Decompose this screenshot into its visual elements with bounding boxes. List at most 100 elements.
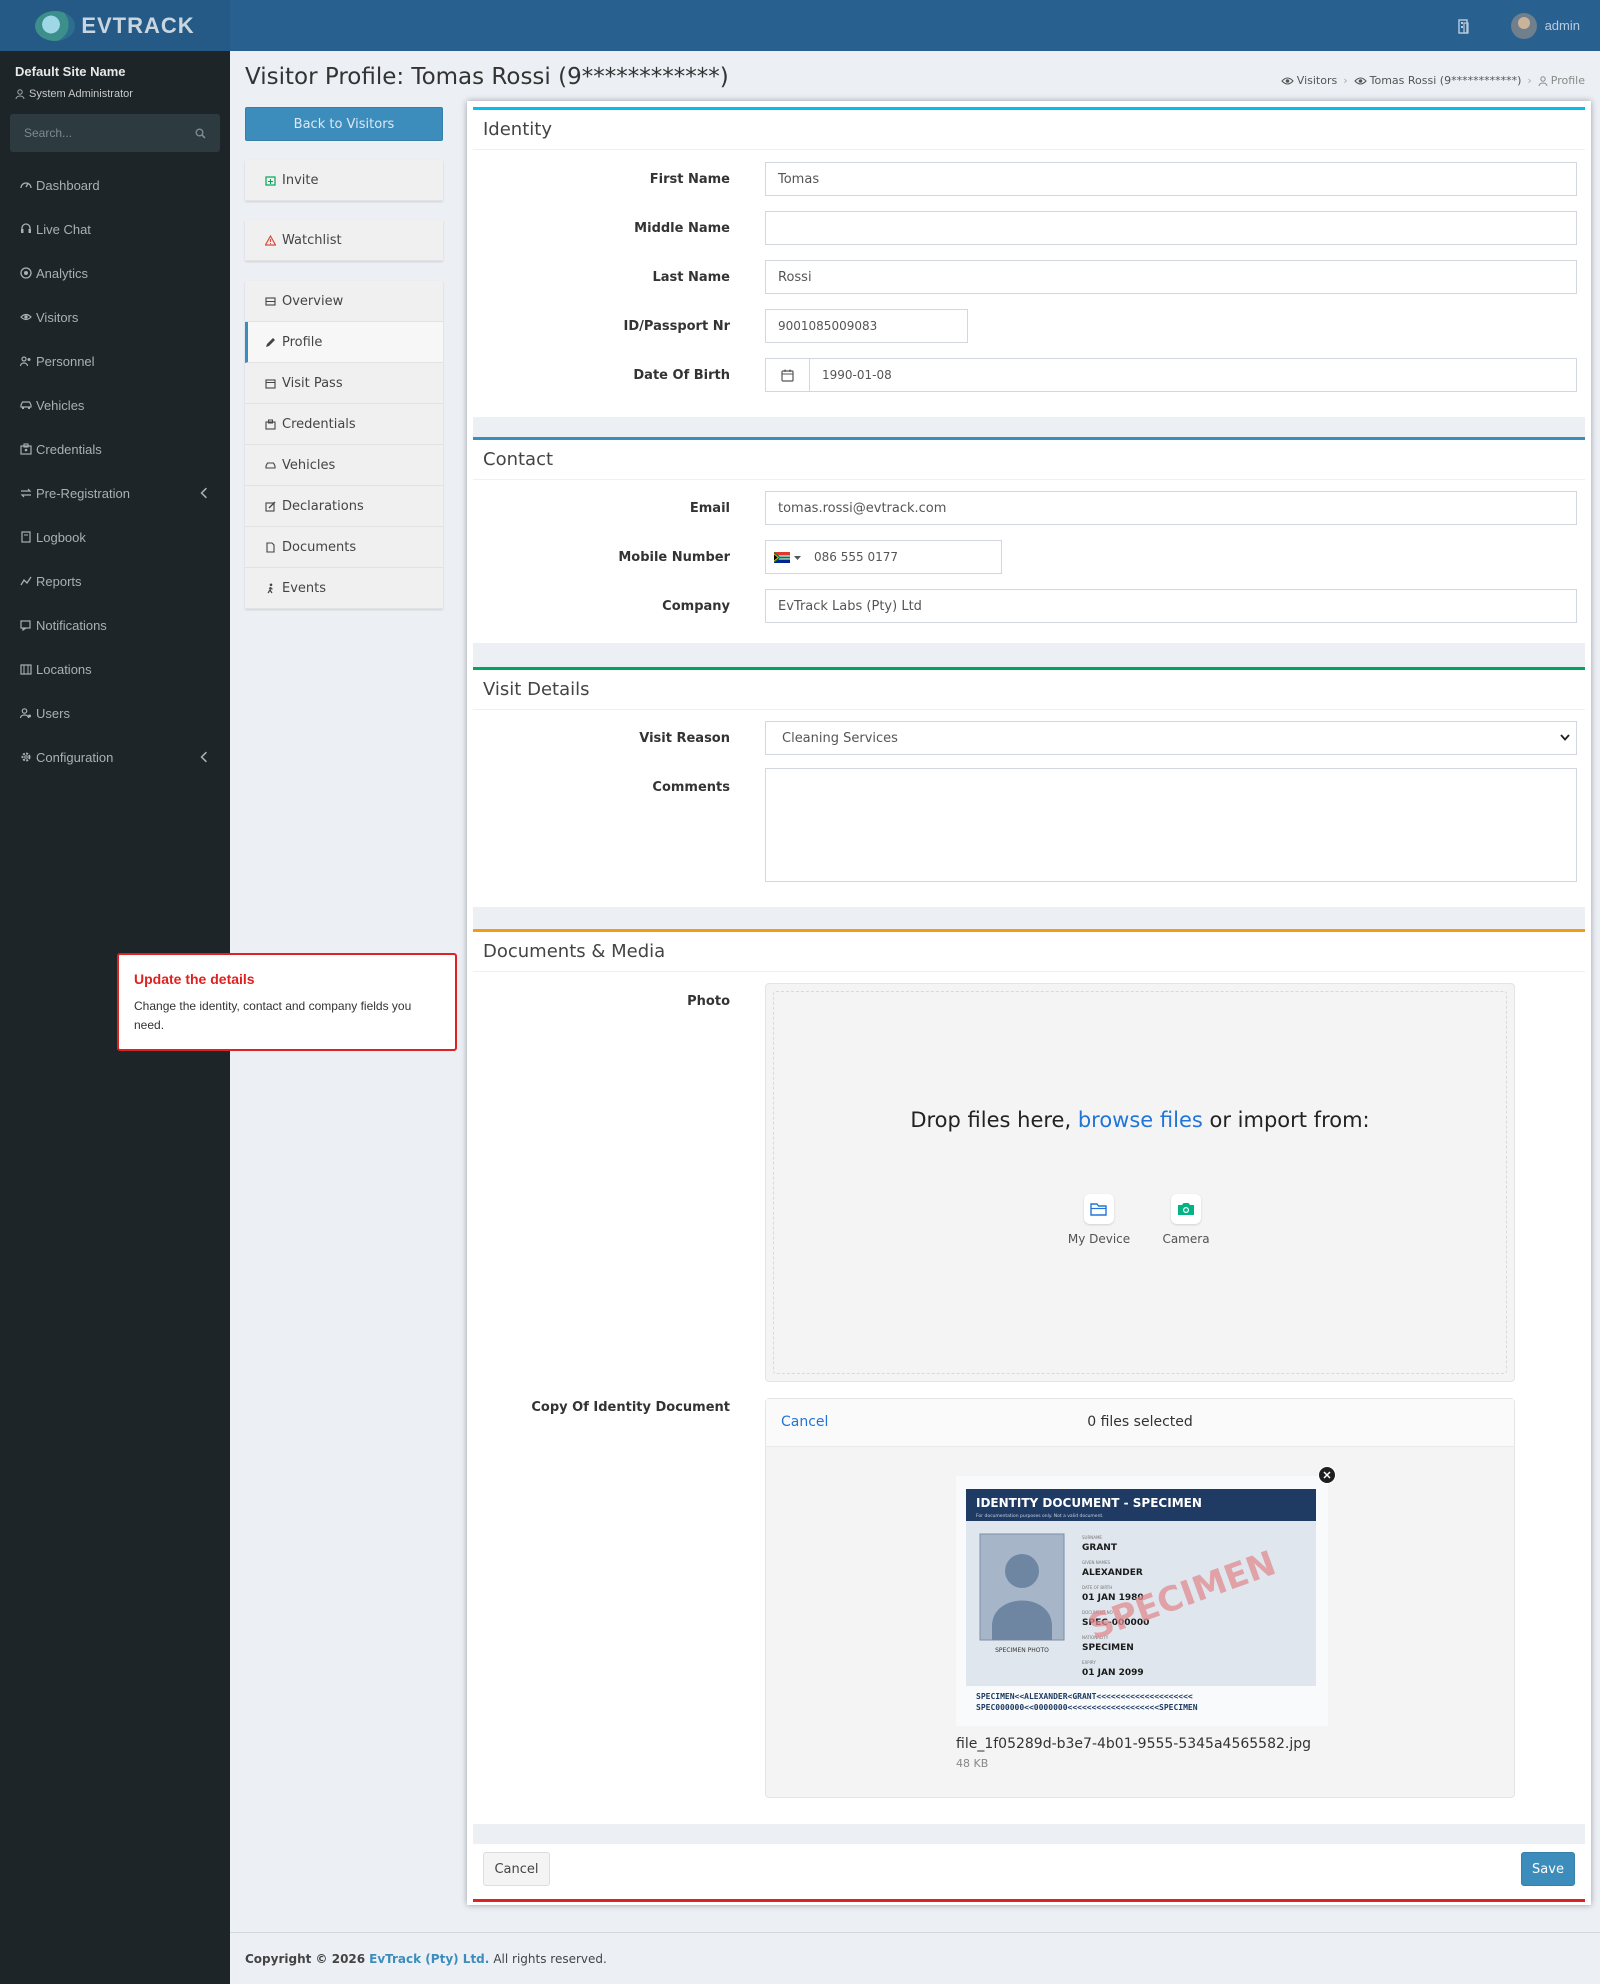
id-document-label: Copy Of Identity Document (531, 1400, 730, 1415)
highlight-underline (473, 1899, 1585, 1902)
id-field-label: SURNAME (1082, 1535, 1102, 1540)
user-avatar[interactable] (1510, 12, 1537, 39)
section-divider (473, 907, 1585, 929)
id-mrz-line-2: SPEC000000<<0000000<<<<<<<<<<<<<<<<<<<SP… (976, 1703, 1198, 1712)
id-field-value: SPECIMEN (1082, 1643, 1134, 1653)
contact-header: Contact (473, 440, 1585, 480)
chevron-left-icon[interactable] (198, 487, 210, 499)
camera-button[interactable]: Camera (1146, 1194, 1226, 1246)
breadcrumb-visitor[interactable]: Tomas Rossi (9************) (1353, 74, 1521, 87)
onboarding-tooltip: Update the details Change the identity, … (117, 953, 457, 1051)
users-cog-icon (20, 708, 31, 719)
last-name-input[interactable]: Rossi (765, 260, 1577, 294)
id-passport-input[interactable]: 9001085009083 (765, 309, 968, 343)
user-icon (15, 89, 25, 99)
invite-button[interactable]: Invite (245, 160, 443, 201)
email-input[interactable]: tomas.rossi@evtrack.com (765, 491, 1577, 525)
chevron-left-icon[interactable] (198, 751, 210, 763)
sidebar-item-locations[interactable]: Locations (0, 647, 230, 691)
visit-reason-select[interactable]: Cleaning Services (765, 721, 1577, 755)
save-button[interactable]: Save (1521, 1852, 1575, 1886)
exchange-icon (20, 488, 32, 498)
middle-name-input[interactable] (765, 211, 1577, 245)
section-divider (473, 1824, 1585, 1844)
menu-visit-pass[interactable]: Visit Pass (245, 363, 443, 404)
sidebar-item-credentials[interactable]: Credentials (0, 427, 230, 471)
menu-overview[interactable]: Overview (245, 281, 443, 322)
site-name: Default Site Name (15, 64, 126, 79)
search-icon[interactable] (195, 128, 206, 139)
first-name-input[interactable]: Tomas (765, 162, 1577, 196)
first-name-label: First Name (649, 172, 730, 187)
sidebar-item-reports[interactable]: Reports (0, 559, 230, 603)
notifications-icon (20, 620, 31, 631)
photo-dropzone[interactable]: Drop files here, browse files or import … (765, 983, 1515, 1382)
email-label: Email (689, 501, 730, 516)
visit-reason-value: Cleaning Services (782, 730, 898, 746)
menu-profile[interactable]: Profile (245, 322, 443, 363)
chevron-down-icon (1560, 734, 1570, 741)
dropzone-area[interactable] (773, 991, 1507, 1374)
menu-credentials[interactable]: Credentials (245, 404, 443, 445)
company-input[interactable]: EvTrack Labs (Pty) Ltd (765, 589, 1577, 623)
watchlist-button[interactable]: Watchlist (245, 220, 443, 261)
user-name[interactable]: admin (1545, 18, 1580, 33)
page-footer: Copyright © 2026 EvTrack (Pty) Ltd. All … (230, 1932, 1600, 1984)
sidebar-item-visitors[interactable]: Visitors (0, 295, 230, 339)
sidebar-item-logbook[interactable]: Logbook (0, 515, 230, 559)
eye-icon (20, 313, 32, 321)
comments-textarea[interactable] (765, 768, 1577, 882)
id-passport-label: ID/Passport Nr (623, 319, 730, 334)
sidebar-item-live-chat[interactable]: Live Chat (0, 207, 230, 251)
sidebar-item-notifications[interactable]: Notifications (0, 603, 230, 647)
building-icon[interactable] (1457, 18, 1471, 34)
users-icon (20, 356, 31, 367)
id-mrz-line-1: SPECIMEN<<ALEXANDER<GRANT<<<<<<<<<<<<<<<… (976, 1692, 1193, 1701)
sidebar-item-personnel[interactable]: Personnel (0, 339, 230, 383)
cancel-button[interactable]: Cancel (483, 1852, 550, 1886)
sidebar-item-pre-registration[interactable]: Pre-Registration (0, 471, 230, 515)
mobile-value: 086 555 0177 (814, 550, 898, 564)
dashboard-icon (20, 182, 32, 189)
id-field-label: EXPIRY (1082, 1660, 1096, 1665)
sidebar-search-input[interactable]: Search... (10, 114, 220, 152)
menu-documents[interactable]: Documents (245, 527, 443, 568)
breadcrumb: Visitors › Tomas Rossi (9************) ›… (1281, 74, 1585, 87)
sidebar-nav: Dashboard Live Chat Analytics Visitors P… (0, 163, 230, 779)
profile-menu: Overview Profile Visit Pass Credentials … (245, 281, 443, 609)
menu-vehicles[interactable]: Vehicles (245, 445, 443, 486)
reports-icon (20, 576, 32, 586)
sidebar-item-vehicles[interactable]: Vehicles (0, 383, 230, 427)
id-document-thumbnail[interactable]: IDENTITY DOCUMENT - SPECIMEN For documen… (956, 1476, 1328, 1726)
company-label: Company (662, 599, 730, 614)
id-document-uploader: Cancel 0 files selected IDENTITY DOCUMEN… (765, 1398, 1515, 1798)
sidebar-item-analytics[interactable]: Analytics (0, 251, 230, 295)
company-link[interactable]: EvTrack (Pty) Ltd. (369, 1952, 489, 1966)
app-logo[interactable]: EVTRACK (0, 0, 230, 51)
calendar-button[interactable] (766, 359, 810, 391)
dob-value: 1990-01-08 (822, 368, 892, 382)
back-to-visitors-button[interactable]: Back to Visitors (245, 107, 443, 141)
menu-declarations[interactable]: Declarations (245, 486, 443, 527)
sidebar-item-users[interactable]: Users (0, 691, 230, 735)
close-icon (1323, 1471, 1331, 1479)
my-device-button[interactable]: My Device (1059, 1194, 1139, 1246)
country-flag-selector[interactable] (774, 552, 801, 563)
breadcrumb-visitors[interactable]: Visitors (1281, 74, 1337, 87)
id-card-icon (265, 419, 276, 430)
target-icon (20, 267, 32, 279)
id-field-label: DATE OF BIRTH (1082, 1585, 1112, 1590)
building-icon (20, 664, 32, 675)
mobile-input[interactable]: 086 555 0177 (765, 540, 1002, 574)
menu-events[interactable]: Events (245, 568, 443, 609)
browse-files-link[interactable]: browse files (1078, 1108, 1203, 1132)
comments-label: Comments (652, 780, 730, 795)
remove-file-button[interactable] (1318, 1466, 1336, 1484)
files-selected-count: 0 files selected (1087, 1414, 1193, 1430)
walking-icon (267, 583, 273, 593)
id-field-value: 01 JAN 2099 (1082, 1668, 1144, 1678)
breadcrumb-profile: Profile (1538, 74, 1585, 87)
sidebar-item-configuration[interactable]: Configuration (0, 735, 230, 779)
dob-input[interactable]: 1990-01-08 (765, 358, 1577, 392)
sidebar-item-dashboard[interactable]: Dashboard (0, 163, 230, 207)
